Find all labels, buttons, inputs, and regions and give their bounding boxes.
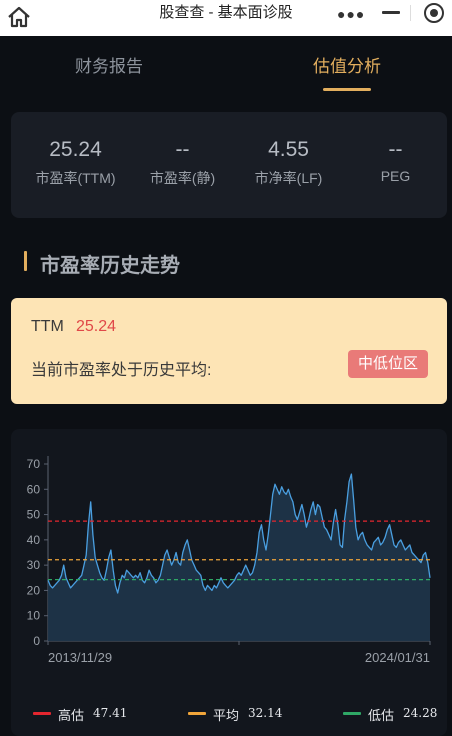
close-icon[interactable] [424, 3, 444, 23]
legend-label: 高估 [58, 708, 85, 723]
section-accent-bar [24, 251, 27, 271]
legend-swatch-low [343, 712, 361, 715]
valuation-zone-badge: 中低位区 [348, 350, 428, 378]
metric-pe-static: -- 市盈率(静) [128, 138, 237, 188]
legend-label: 平均 [213, 708, 240, 723]
pe-series-area [48, 474, 430, 641]
metric-value: -- [175, 138, 190, 161]
title-divider [410, 5, 411, 21]
title-bar: 股查查 - 基本面诊股 ●●● [0, 0, 452, 36]
valuation-metrics-card: 25.24 市盈率(TTM) -- 市盈率(静) 4.55 市净率(LF) --… [11, 112, 447, 218]
legend-value: 32.14 [248, 706, 283, 720]
x-start-label: 2013/11/29 [48, 650, 112, 665]
y-tick-label: 10 [27, 609, 41, 623]
y-tick-label: 50 [27, 508, 41, 522]
ttm-description: 当前市盈率处于历史平均: [31, 362, 212, 379]
y-tick-label: 40 [27, 533, 41, 547]
more-options-icon[interactable]: ●●● [337, 6, 364, 22]
ttm-summary-card: TTM 25.24 当前市盈率处于历史平均: 中低位区 [11, 298, 447, 404]
section-title: 市盈率历史走势 [40, 255, 180, 277]
metric-label: 市净率(LF) [254, 170, 323, 186]
y-tick-label: 30 [27, 558, 41, 572]
legend-label: 低估 [368, 708, 395, 723]
pe-history-chart: 0 10 20 30 40 50 60 70 2013/11/29 2024/01/31 高估 4… [11, 429, 447, 736]
metric-label: PEG [380, 168, 411, 184]
y-tick-label: 70 [27, 457, 41, 471]
metric-label: 市盈率(静) [149, 170, 216, 186]
metric-value: 25.24 [49, 138, 102, 161]
metric-pe-ttm: 25.24 市盈率(TTM) [21, 138, 130, 188]
metric-pb-lf: 4.55 市净率(LF) [234, 138, 343, 188]
chart-legend: 高估 47.41 平均 32.14 低估 24.28 [11, 704, 447, 724]
tab-financial-report[interactable]: 财务报告 [75, 52, 143, 77]
window-title: 股查查 - 基本面诊股 [159, 4, 293, 21]
metric-value: -- [388, 138, 403, 161]
tab-valuation-analysis[interactable]: 估值分析 [313, 52, 381, 77]
pe-history-chart-svg: 0 10 20 30 40 50 60 70 2013/11/29 2024/01/31 [27, 456, 431, 665]
y-tick-label: 20 [27, 583, 41, 597]
metric-peg: -- PEG [341, 138, 450, 184]
y-tick-label: 0 [33, 634, 40, 648]
tab-bar: 财务报告 估值分析 [0, 36, 452, 96]
metric-value: 4.55 [268, 138, 309, 161]
x-end-label: 2024/01/31 [365, 650, 430, 665]
legend-swatch-average [188, 712, 206, 715]
metric-label: 市盈率(TTM) [35, 170, 116, 186]
ttm-label: TTM [31, 318, 64, 335]
legend-value: 24.28 [403, 706, 438, 720]
ttm-value: 25.24 [76, 318, 117, 335]
y-tick-label: 60 [27, 482, 41, 496]
legend-value: 47.41 [93, 706, 128, 720]
legend-swatch-high [33, 712, 51, 715]
active-tab-indicator [323, 88, 371, 91]
minimize-icon[interactable] [382, 11, 400, 14]
